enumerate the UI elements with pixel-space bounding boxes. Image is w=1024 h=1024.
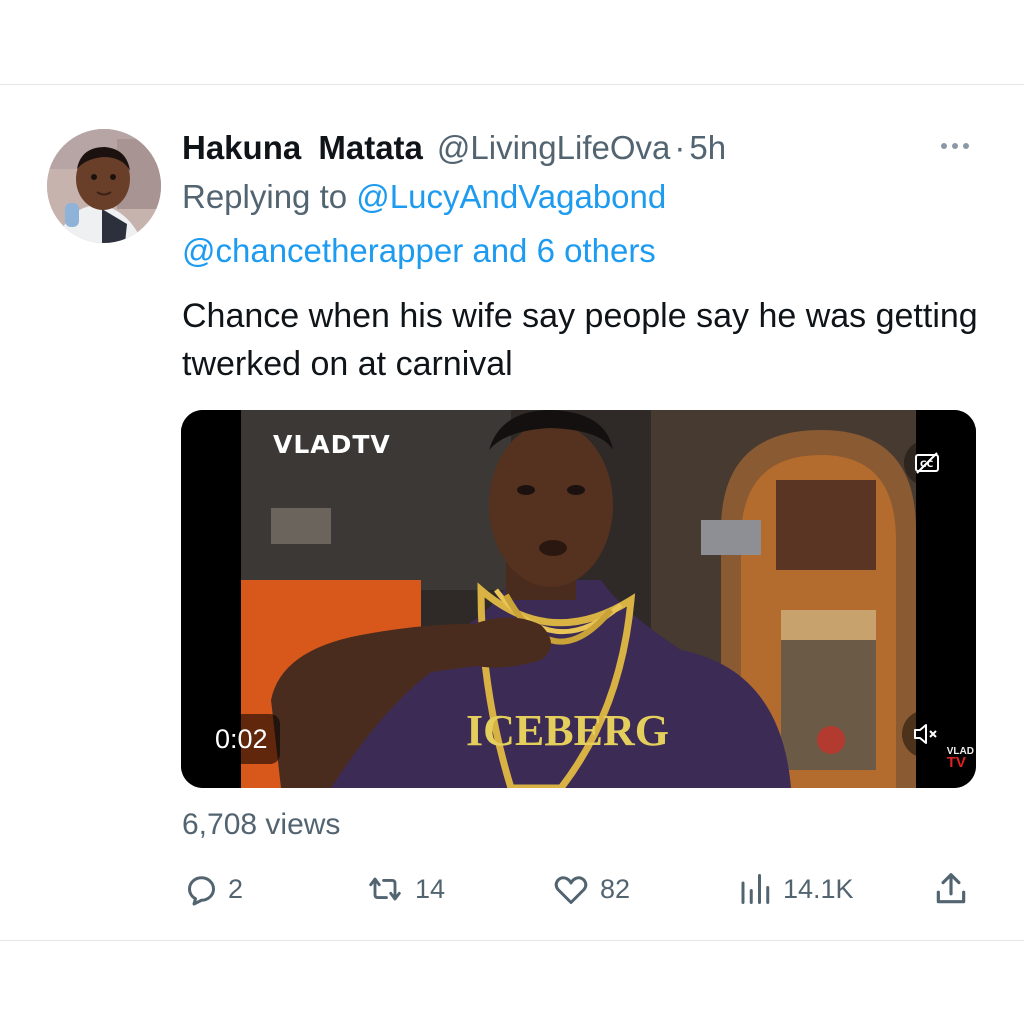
display-name[interactable]: Hakuna Matata xyxy=(182,129,423,167)
replying-to-label: Replying to xyxy=(182,178,348,215)
speaker-muted-icon xyxy=(914,724,937,744)
retweet-icon xyxy=(369,877,401,901)
shirt-print: ICEBERG xyxy=(466,706,669,755)
more-dot xyxy=(952,143,958,149)
like-button[interactable]: 82 xyxy=(552,865,630,913)
replying-to-more: @chancetherapper and 6 others xyxy=(182,232,656,270)
heart-icon xyxy=(554,876,588,904)
tweet-time[interactable]: 5h xyxy=(689,129,726,167)
video-watermark: VLADTV xyxy=(273,430,391,459)
closed-captions-icon: CC xyxy=(915,452,939,474)
video-duration: 0:02 xyxy=(203,714,280,764)
action-bar: 2 14 82 14.1K xyxy=(182,865,972,913)
reply-mention-others-link[interactable]: @chancetherapper and 6 others xyxy=(182,232,656,269)
avatar[interactable] xyxy=(47,129,161,243)
reply-mention-link[interactable]: @LucyAndVagabond xyxy=(356,178,666,215)
top-divider xyxy=(0,84,1024,85)
captions-button[interactable]: CC xyxy=(904,440,950,486)
tweet-page: Hakuna Matata @LivingLifeOva · 5h Replyi… xyxy=(0,0,1024,1024)
view-count-short: 14.1K xyxy=(783,873,854,904)
retweet-button[interactable]: 14 xyxy=(365,865,445,913)
separator: · xyxy=(674,129,686,166)
view-count[interactable]: 6,708 views xyxy=(182,808,340,842)
share-icon xyxy=(936,873,966,904)
reply-count: 2 xyxy=(228,873,244,904)
bottom-divider xyxy=(0,940,1024,941)
replying-to: Replying to @LucyAndVagabond xyxy=(182,178,666,216)
analytics-button[interactable]: 14.1K xyxy=(737,865,854,913)
user-handle[interactable]: @LivingLifeOva xyxy=(437,129,670,167)
reply-icon xyxy=(187,876,215,906)
tweet-text: Chance when his wife say people say he w… xyxy=(182,297,978,383)
more-options-button[interactable] xyxy=(933,134,977,158)
video-frame: ICEBERG xyxy=(181,410,976,788)
video-player[interactable]: ICEBERG VLADTV CC 0:02 VLAD TV xyxy=(181,410,976,788)
retweet-count: 14 xyxy=(415,873,446,904)
corner-logo: VLAD TV xyxy=(946,746,974,771)
reply-button[interactable]: 2 xyxy=(182,865,243,913)
tweet-header: Hakuna Matata @LivingLifeOva · 5h xyxy=(182,126,726,170)
analytics-icon xyxy=(741,874,770,904)
like-count: 82 xyxy=(600,873,631,904)
avatar-image xyxy=(47,129,161,243)
mute-button[interactable] xyxy=(902,710,950,758)
corner-logo-bottom: TV xyxy=(946,754,966,771)
more-dot xyxy=(963,143,969,149)
more-horizontal-icon xyxy=(941,143,947,149)
share-button[interactable] xyxy=(932,865,970,913)
